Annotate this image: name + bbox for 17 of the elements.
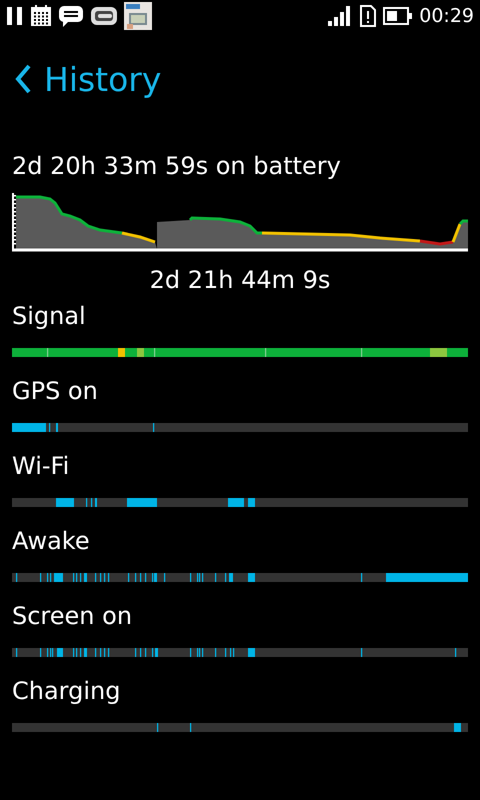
battery-summary: 2d 20h 33m 59s on battery <box>11 151 342 180</box>
app-logo-icon <box>90 5 118 27</box>
calendar-icon <box>30 5 52 27</box>
app-icon <box>124 2 152 30</box>
sim-card-icon <box>359 4 378 28</box>
duration-label: 2d 21h 44m 9s <box>148 266 332 294</box>
battery-icon <box>383 6 414 26</box>
track-label: Signal <box>12 302 87 332</box>
track-label: GPS on <box>12 377 99 407</box>
clock: 00:29 <box>419 5 474 27</box>
track-label: Awake <box>12 527 91 557</box>
page-title: History <box>44 60 162 98</box>
track-label: Wi-Fi <box>12 452 70 482</box>
chat-icon <box>58 4 84 28</box>
track-label: Charging <box>12 677 122 707</box>
track-label: Screen on <box>12 602 134 632</box>
pause-icon <box>6 6 24 26</box>
